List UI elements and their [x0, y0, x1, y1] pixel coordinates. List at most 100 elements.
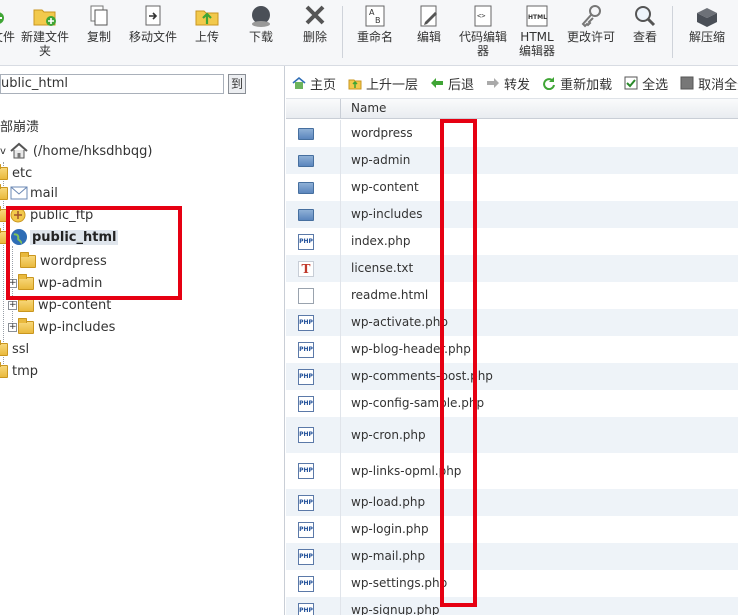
up-one-level-button[interactable]: 上升一层: [348, 74, 418, 93]
go-button[interactable]: 到: [228, 74, 246, 94]
back-button[interactable]: 后退: [430, 74, 474, 93]
toolbar-label: 新建文件夹: [20, 30, 69, 58]
rename-button[interactable]: AB 重命名: [352, 4, 398, 62]
copy-button[interactable]: 复制: [80, 4, 118, 62]
expand-icon[interactable]: +: [8, 300, 17, 310]
php-file-icon: PHP: [298, 463, 314, 479]
file-name: wordpress: [351, 126, 413, 140]
tree-item-tmp[interactable]: tmp: [0, 361, 38, 381]
file-row[interactable]: PHP wp-settings.php: [286, 570, 738, 597]
forward-button[interactable]: 转发: [486, 74, 530, 93]
tree-item-root[interactable]: v (/home/hksdhbqg): [0, 141, 152, 161]
code-editor-button[interactable]: <> 代码编辑器: [456, 4, 510, 62]
toolbar-label: 下载: [248, 30, 273, 44]
select-all-button[interactable]: 全选: [624, 74, 668, 93]
folder-open-icon: [0, 227, 8, 244]
file-row[interactable]: wp-admin: [286, 147, 738, 174]
file-row[interactable]: wp-includes: [286, 201, 738, 228]
toolbar-divider: [342, 6, 343, 58]
toolbar-label: 查看: [632, 30, 657, 44]
folder-icon: [298, 128, 314, 140]
file-row[interactable]: PHP wp-login.php: [286, 516, 738, 543]
move-file-button[interactable]: 移动文件: [126, 4, 180, 62]
path-input[interactable]: ublic_html: [0, 74, 224, 94]
tree-item-wordpress[interactable]: wordpress: [20, 251, 107, 271]
file-name: wp-config-sample.php: [351, 396, 485, 410]
view-button[interactable]: 查看: [626, 4, 664, 62]
tree-label-selected: public_html: [30, 229, 119, 245]
file-name: wp-settings.php: [351, 576, 448, 590]
php-file-icon: PHP: [298, 603, 314, 615]
file-row[interactable]: wp-content: [286, 174, 738, 201]
folder-icon: [298, 209, 314, 221]
tree-label: mail: [30, 185, 58, 201]
tree-item-ssl[interactable]: ssl: [0, 339, 29, 359]
edit-button[interactable]: 编辑: [410, 4, 448, 62]
tree-item-wp-admin[interactable]: + wp-admin: [8, 273, 102, 293]
tree-item-mail[interactable]: mail: [0, 183, 58, 203]
file-row[interactable]: PHP wp-signup.php: [286, 597, 738, 615]
deselect-all-button[interactable]: 取消全选: [680, 74, 738, 93]
arrow-left-icon: [431, 78, 444, 88]
php-file-icon: PHP: [298, 396, 314, 412]
file-row[interactable]: PHP wp-mail.php: [286, 543, 738, 570]
file-row[interactable]: PHP wp-activate.php: [286, 309, 738, 336]
change-permissions-button[interactable]: 更改许可: [564, 4, 618, 62]
tree-item-public-ftp[interactable]: public_ftp: [0, 205, 93, 225]
collapse-all-link[interactable]: 部崩溃: [0, 116, 39, 135]
php-file-icon: PHP: [298, 427, 314, 443]
file-row[interactable]: PHP wp-blog-header.php: [286, 336, 738, 363]
php-file-icon: PHP: [298, 234, 314, 250]
file-row[interactable]: PHP wp-links-opml.php: [286, 453, 738, 489]
file-row[interactable]: readme.html: [286, 282, 738, 309]
tree-label: public_ftp: [30, 207, 94, 223]
home-label: 主页: [310, 77, 337, 93]
tree-item-public-html[interactable]: public_html: [0, 227, 119, 247]
tree-label: wordpress: [40, 253, 107, 269]
file-row[interactable]: PHP wp-comments-post.php: [286, 363, 738, 390]
svg-text:HTML: HTML: [528, 14, 547, 21]
folder-icon: [18, 317, 34, 334]
folder-icon: [298, 155, 314, 167]
tree-item-wp-includes[interactable]: + wp-includes: [8, 317, 115, 337]
up-label: 上升一层: [366, 77, 419, 93]
toolbar-label: 移动文件: [128, 30, 177, 44]
checkbox-unchecked-icon: [680, 76, 694, 90]
text-file-icon: T: [298, 261, 314, 277]
expand-icon[interactable]: +: [8, 278, 17, 288]
new-folder-button[interactable]: 新建文件夹: [20, 4, 70, 62]
globe-icon: [11, 229, 27, 245]
home-button[interactable]: 主页: [292, 74, 336, 93]
reload-icon: [543, 77, 556, 90]
folder-icon: [0, 163, 8, 180]
toolbar-label: 重命名: [356, 30, 393, 44]
copy-icon: [90, 5, 108, 26]
file-row[interactable]: PHP index.php: [286, 228, 738, 255]
file-row[interactable]: PHP wp-config-sample.php: [286, 390, 738, 417]
php-file-icon: PHP: [298, 522, 314, 538]
download-button[interactable]: 下载: [242, 4, 280, 62]
file-name: wp-signup.php: [351, 603, 440, 615]
expand-icon[interactable]: +: [8, 322, 17, 332]
file-row[interactable]: Tlicense.txt: [286, 255, 738, 282]
new-file-button[interactable]: 文件: [0, 4, 16, 62]
delete-icon: [305, 5, 325, 25]
html-editor-button[interactable]: HTML HTML编辑器: [514, 4, 560, 62]
php-file-icon: PHP: [298, 315, 314, 331]
path-bar: ublic_html 到: [0, 74, 285, 96]
name-column-header[interactable]: Name: [351, 101, 386, 115]
reload-button[interactable]: 重新加载: [542, 74, 612, 93]
file-name: wp-comments-post.php: [351, 369, 493, 383]
tree-item-wp-content[interactable]: + wp-content: [8, 295, 111, 315]
file-row[interactable]: wordpress: [286, 120, 738, 147]
upload-button[interactable]: 上传: [188, 4, 226, 62]
delete-button[interactable]: 删除: [296, 4, 334, 62]
select-all-label: 全选: [642, 77, 669, 93]
tree-label: wp-content: [38, 297, 112, 313]
file-row[interactable]: PHP wp-cron.php: [286, 417, 738, 453]
home-icon: [10, 142, 28, 159]
folder-icon: [18, 295, 34, 312]
extract-button[interactable]: 解压缩: [684, 4, 730, 62]
tree-item-etc[interactable]: etc: [0, 163, 32, 183]
file-row[interactable]: PHP wp-load.php: [286, 489, 738, 516]
